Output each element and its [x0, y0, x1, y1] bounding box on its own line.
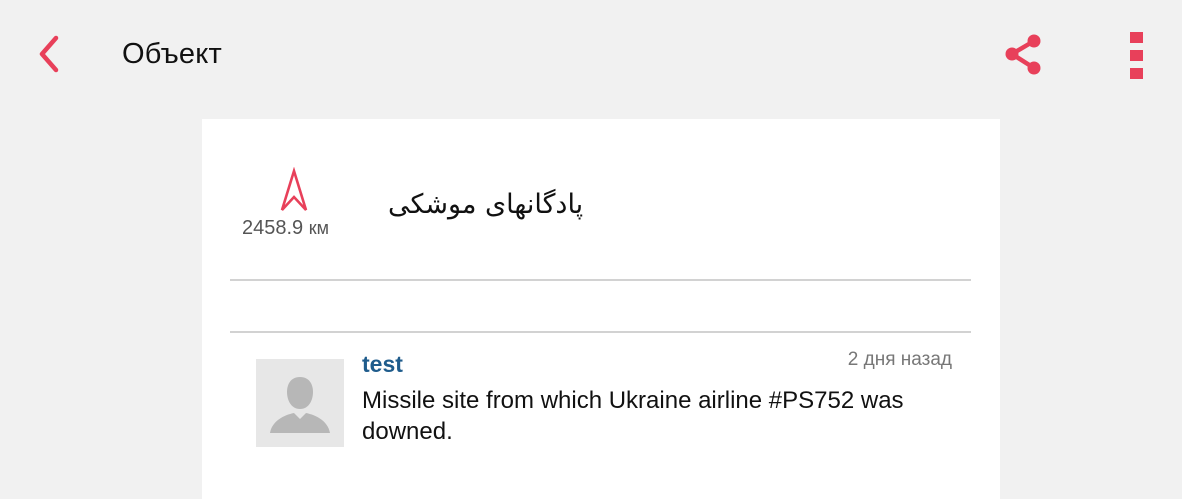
comment-text: Missile site from which Ukraine airline … [362, 387, 904, 445]
distance-label: 2458.9 км [242, 217, 329, 240]
comment-author[interactable]: test [362, 351, 403, 378]
distance-value: 2458.9 [242, 217, 304, 239]
distance-unit: км [308, 218, 329, 238]
more-options-button[interactable] [1122, 30, 1152, 82]
divider [230, 331, 971, 333]
place-name: پادگانهای موشکی [388, 189, 584, 220]
more-vertical-icon [1130, 32, 1143, 79]
navigation-arrow-icon [280, 167, 308, 211]
share-icon [1005, 34, 1041, 75]
app-toolbar: Объект [0, 0, 1182, 112]
avatar [256, 359, 344, 447]
comment-timestamp: 2 дня назад [847, 349, 952, 370]
page-title: Объект [122, 38, 222, 70]
divider [230, 279, 971, 281]
chevron-left-icon [39, 35, 59, 73]
share-button[interactable] [1000, 32, 1048, 80]
user-silhouette-icon [270, 377, 330, 433]
back-button[interactable] [30, 32, 74, 76]
object-card: 2458.9 км پادگانهای موشکی test 2 дня наз… [202, 119, 1000, 499]
